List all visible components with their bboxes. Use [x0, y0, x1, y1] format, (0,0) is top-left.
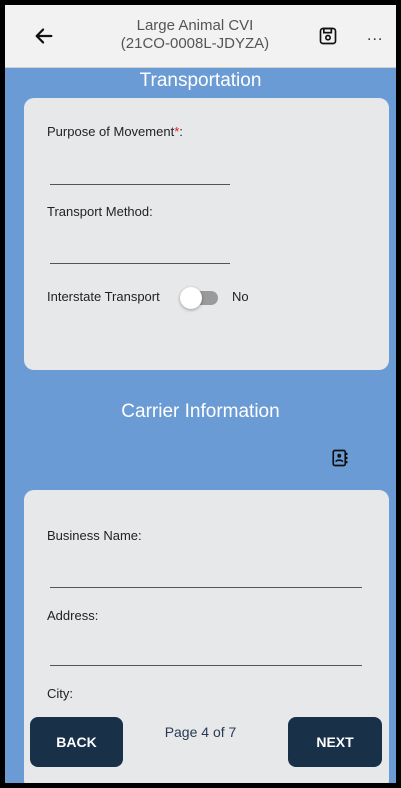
top-app-bar: Large Animal CVI (21CO-0008L-JDYZA) ...: [5, 5, 396, 68]
header-subtitle: (21CO-0008L-JDYZA): [120, 35, 270, 52]
interstate-toggle[interactable]: [180, 287, 218, 309]
toggle-knob: [180, 287, 202, 309]
address-input[interactable]: [50, 665, 362, 666]
more-options-icon[interactable]: ...: [367, 27, 383, 45]
header-title-block: Large Animal CVI (21CO-0008L-JDYZA): [85, 17, 305, 53]
interstate-value: No: [232, 289, 249, 304]
business-name-label: Business Name:: [47, 528, 142, 543]
interstate-label: Interstate Transport: [47, 289, 160, 304]
header-title: Large Animal CVI: [136, 17, 254, 34]
purpose-input[interactable]: [50, 184, 230, 185]
transport-method-label: Transport Method:: [47, 204, 153, 219]
purpose-label-text: Purpose of Movement: [47, 124, 175, 139]
address-label: Address:: [47, 608, 99, 623]
app-screen: Large Animal CVI (21CO-0008L-JDYZA) ... …: [5, 5, 396, 783]
transport-method-input[interactable]: [50, 263, 230, 264]
transportation-card: Purpose of Movement*: Transport Method: …: [24, 98, 389, 370]
carrier-title: Carrier Information: [121, 401, 280, 422]
purpose-label: Purpose of Movement*:: [47, 124, 183, 139]
transportation-title: Transportation: [139, 70, 262, 91]
next-button[interactable]: NEXT: [288, 717, 382, 767]
purpose-colon: :: [179, 124, 183, 139]
business-name-input[interactable]: [50, 587, 362, 588]
city-label: City:: [47, 686, 73, 701]
save-icon[interactable]: [318, 26, 338, 46]
back-arrow-icon[interactable]: [33, 25, 55, 47]
contact-book-icon[interactable]: [331, 449, 349, 467]
